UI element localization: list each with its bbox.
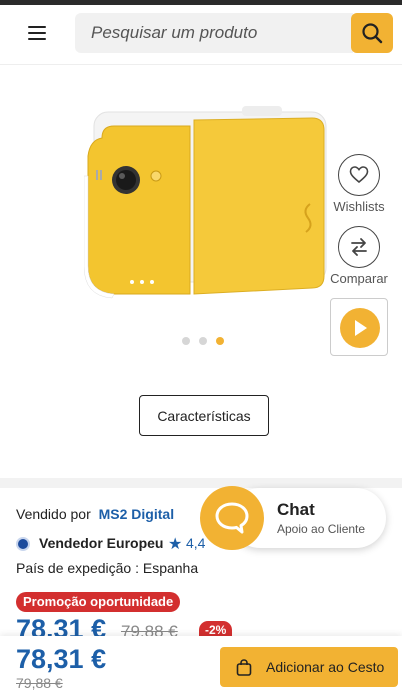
play-icon [355,320,367,336]
search-bar [75,13,393,53]
eu-flag-icon [16,537,30,551]
heart-icon [349,166,369,184]
swap-arrows-icon [351,238,367,256]
promo-badge: Promoção oportunidade [16,592,181,612]
menu-icon[interactable] [22,21,52,45]
video-button[interactable] [330,298,388,356]
wishlist-button[interactable]: Wishlists [326,154,392,218]
ship-from: País de expedição : Espanha [16,560,199,576]
gallery-dot[interactable] [199,337,207,345]
sold-by-label: Vendido por [16,506,91,522]
chat-title: Chat [277,500,315,519]
chat-icon [215,502,249,534]
seller-link[interactable]: MS2 Digital [99,506,174,522]
search-input[interactable] [75,13,353,53]
compare-circle [338,226,380,268]
discount-badge: -2% [199,621,233,636]
add-to-cart-button[interactable]: Adicionar ao Cesto [220,647,398,687]
gallery-dot-active[interactable] [216,337,224,345]
features-button[interactable]: Características [139,395,269,436]
promo-old-price: 79,88 € [121,622,178,636]
compare-button[interactable]: Comparar [326,226,392,290]
bottom-price: 78,31 € [16,644,107,674]
search-button[interactable] [351,13,393,53]
star-icon: ★ [168,536,183,553]
wishlist-label: Wishlists [333,199,385,214]
shopping-bag-icon [236,659,252,676]
add-to-cart-label: Adicionar ao Cesto [266,659,385,675]
chat-bubble [200,486,264,550]
compare-label: Comparar [330,271,388,286]
seller-badge-label: Vendedor Europeu [39,535,164,551]
wishlist-circle [338,154,380,196]
product-image[interactable] [84,106,328,304]
sold-by: Vendido por MS2 Digital [16,506,174,522]
chat-subtitle: Apoio ao Cliente [277,522,366,536]
gallery-dot[interactable] [182,337,190,345]
gallery-dots [182,337,230,347]
search-icon [362,23,383,44]
promo-price: 78,31 € [16,614,107,636]
header [0,5,402,65]
play-circle [340,308,380,348]
bottom-bar: 78,31 € 79,88 € Adicionar ao Cesto [0,636,402,699]
bottom-old-price: 79,88 € [16,675,63,691]
chat-widget[interactable]: Chat Apoio ao Cliente [200,486,386,550]
